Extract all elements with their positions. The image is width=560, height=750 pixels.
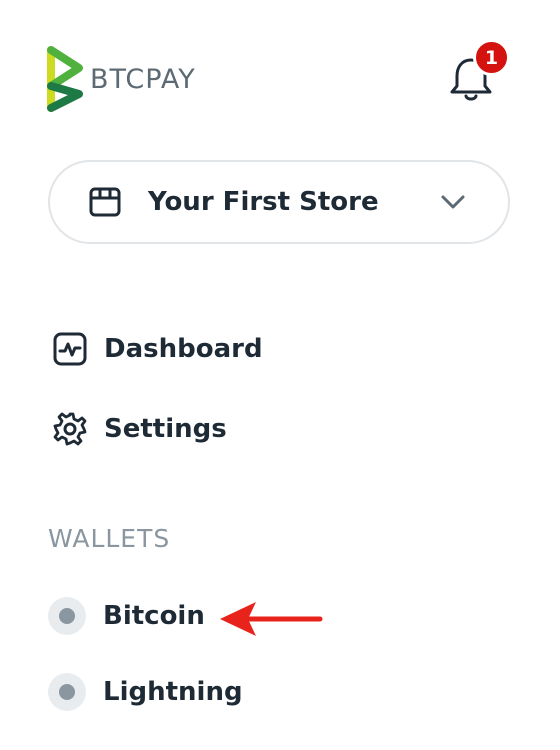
- store-selector[interactable]: Your First Store: [48, 160, 510, 244]
- status-indicator: [48, 673, 86, 711]
- wallet-lightning[interactable]: Lightning: [48, 673, 243, 711]
- brand-name: BTCPAY: [90, 63, 196, 95]
- notification-count-badge: 1: [473, 39, 510, 76]
- status-indicator: [48, 597, 86, 635]
- nav-dashboard-label: Dashboard: [104, 334, 263, 364]
- wallet-bitcoin-label: Bitcoin: [103, 601, 205, 631]
- gear-icon: [53, 412, 87, 446]
- wallet-lightning-label: Lightning: [103, 677, 243, 707]
- wallet-bitcoin[interactable]: Bitcoin: [48, 597, 205, 635]
- store-name: Your First Store: [148, 187, 379, 217]
- nav-settings[interactable]: Settings: [52, 411, 227, 447]
- nav-settings-label: Settings: [104, 414, 227, 444]
- nav-dashboard[interactable]: Dashboard: [52, 331, 263, 367]
- btcpay-logo-icon: [47, 46, 83, 112]
- dashboard-icon: [53, 332, 87, 366]
- chevron-down-icon: [441, 195, 465, 209]
- store-icon: [89, 187, 121, 217]
- wallets-section-title: WALLETS: [48, 524, 171, 553]
- brand-logo[interactable]: BTCPAY: [46, 46, 196, 112]
- annotation-arrow-icon: [220, 602, 323, 636]
